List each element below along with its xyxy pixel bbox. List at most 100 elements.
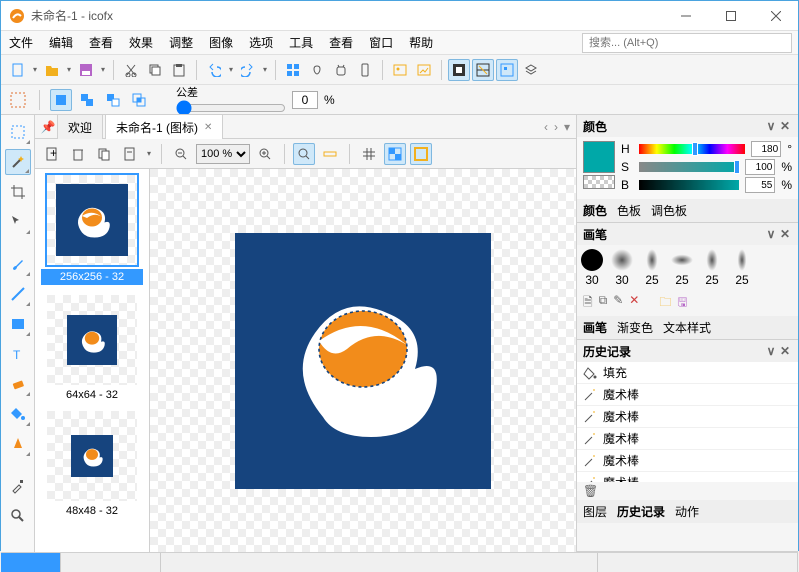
sel-sub-icon[interactable]: [102, 89, 124, 111]
brush-item[interactable]: 30: [581, 249, 603, 287]
history-list[interactable]: 填充 魔术棒 魔术棒 魔术棒 魔术棒 魔术棒: [577, 362, 798, 482]
magic-wand-tool[interactable]: [5, 149, 31, 175]
grid2-button[interactable]: [472, 59, 494, 81]
size-list[interactable]: 256x256 - 32 64x64 - 32 48x48 - 32: [35, 169, 150, 552]
panel-collapse-icon[interactable]: ∨: [764, 119, 778, 133]
close-button[interactable]: [753, 1, 798, 31]
history-delete-icon[interactable]: 🗑: [583, 484, 598, 498]
sel-new-icon[interactable]: [50, 89, 72, 111]
history-item[interactable]: 魔术棒: [577, 450, 798, 472]
zoom-select[interactable]: 100 %: [196, 144, 250, 164]
search-input[interactable]: [582, 33, 792, 53]
delete-size-button[interactable]: [67, 143, 89, 165]
add-size-button[interactable]: +: [41, 143, 63, 165]
brush-folder-icon[interactable]: 🗀: [659, 293, 671, 314]
brush-list[interactable]: 30 30 25 25 25 25: [577, 245, 798, 291]
eraser-tool[interactable]: [5, 371, 31, 397]
redo-dropdown[interactable]: ▾: [261, 65, 269, 74]
brush-item[interactable]: 25: [731, 249, 753, 287]
panel-close-icon[interactable]: ✕: [778, 119, 792, 133]
color-tab-color[interactable]: 颜色: [583, 202, 607, 219]
grid3-button[interactable]: [496, 59, 518, 81]
panel-collapse-icon[interactable]: ∨: [764, 344, 778, 358]
paste-button[interactable]: [168, 59, 190, 81]
save-dropdown[interactable]: ▾: [99, 65, 107, 74]
bottom-tab-history[interactable]: 历史记录: [617, 503, 665, 520]
brush-tab-text[interactable]: 文本样式: [663, 319, 711, 336]
menu-view[interactable]: 查看: [81, 30, 121, 55]
sat-slider[interactable]: [639, 162, 739, 172]
view-grid-button[interactable]: [358, 143, 380, 165]
minimize-button[interactable]: [663, 1, 708, 31]
pin-icon[interactable]: 📌: [39, 120, 57, 134]
tab-document[interactable]: 未命名-1 (图标)✕: [105, 114, 223, 140]
marquee-tool[interactable]: [5, 119, 31, 145]
export-image-button[interactable]: [413, 59, 435, 81]
cut-button[interactable]: [120, 59, 142, 81]
dup-size-button[interactable]: [93, 143, 115, 165]
new-dropdown[interactable]: ▾: [31, 65, 39, 74]
layers-icon[interactable]: [520, 59, 542, 81]
android-icon[interactable]: [330, 59, 352, 81]
brush-tab-gradient[interactable]: 渐变色: [617, 319, 653, 336]
history-item[interactable]: 魔术棒: [577, 472, 798, 482]
brush-delete-icon[interactable]: ✕: [629, 293, 639, 314]
view-ruler-button[interactable]: [319, 143, 341, 165]
line-tool[interactable]: [5, 281, 31, 307]
tab-close-icon[interactable]: ✕: [204, 122, 212, 133]
open-dropdown[interactable]: ▾: [65, 65, 73, 74]
brush-tab-brush[interactable]: 画笔: [583, 319, 607, 336]
hue-slider[interactable]: [639, 144, 745, 154]
menu-window[interactable]: 窗口: [361, 30, 401, 55]
panel-collapse-icon[interactable]: ∨: [764, 227, 778, 241]
b-value[interactable]: [745, 177, 775, 193]
canvas-area[interactable]: [150, 169, 576, 552]
brush-tool[interactable]: [5, 251, 31, 277]
history-item[interactable]: 魔术棒: [577, 384, 798, 406]
move-tool[interactable]: [5, 209, 31, 235]
crop-tool[interactable]: [5, 179, 31, 205]
history-item[interactable]: 魔术棒: [577, 428, 798, 450]
history-item[interactable]: 魔术棒: [577, 406, 798, 428]
size-props-button[interactable]: [119, 143, 141, 165]
alpha-swatch[interactable]: [583, 175, 615, 189]
s-value[interactable]: [745, 159, 775, 175]
brush-save-icon[interactable]: 🖫: [677, 293, 687, 314]
size-dropdown[interactable]: ▾: [145, 149, 153, 158]
thumb-256[interactable]: 256x256 - 32: [41, 175, 143, 285]
brush-item[interactable]: 25: [641, 249, 663, 287]
sharpen-tool[interactable]: [5, 431, 31, 457]
tab-next-icon[interactable]: ›: [554, 120, 558, 134]
brush-item[interactable]: 30: [611, 249, 633, 287]
menu-file[interactable]: 文件: [1, 30, 41, 55]
menu-image[interactable]: 图像: [201, 30, 241, 55]
open-button[interactable]: [41, 59, 63, 81]
thumb-48[interactable]: 48x48 - 32: [41, 411, 143, 517]
import-image-button[interactable]: [389, 59, 411, 81]
windows-icon[interactable]: [282, 59, 304, 81]
brush-new-icon[interactable]: 🗎: [583, 293, 593, 314]
undo-button[interactable]: [203, 59, 225, 81]
panel-close-icon[interactable]: ✕: [778, 344, 792, 358]
color-tab-palette[interactable]: 调色板: [651, 202, 687, 219]
copy-button[interactable]: [144, 59, 166, 81]
apple-icon[interactable]: [306, 59, 328, 81]
menu-adjust[interactable]: 调整: [161, 30, 201, 55]
sel-inter-icon[interactable]: [128, 89, 150, 111]
panel-close-icon[interactable]: ✕: [778, 227, 792, 241]
undo-dropdown[interactable]: ▾: [227, 65, 235, 74]
thumb-64[interactable]: 64x64 - 32: [41, 295, 143, 401]
redo-button[interactable]: [237, 59, 259, 81]
history-item[interactable]: 填充: [577, 362, 798, 384]
tab-menu-icon[interactable]: ▾: [564, 120, 570, 134]
tolerance-value[interactable]: [292, 91, 318, 109]
brush-item[interactable]: 25: [701, 249, 723, 287]
menu-edit[interactable]: 编辑: [41, 30, 81, 55]
phone-icon[interactable]: [354, 59, 376, 81]
view-zoom-button[interactable]: [293, 143, 315, 165]
grid1-button[interactable]: [448, 59, 470, 81]
view-checker-button[interactable]: [384, 143, 406, 165]
text-tool[interactable]: T: [5, 341, 31, 367]
tab-welcome[interactable]: 欢迎: [57, 114, 103, 140]
eyedropper-tool[interactable]: [5, 473, 31, 499]
